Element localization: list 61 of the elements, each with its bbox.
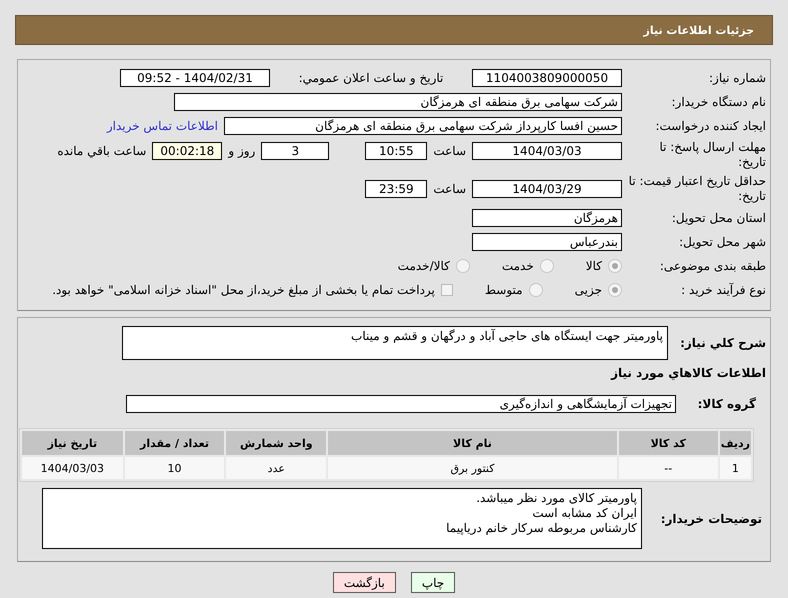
field-label: شرح کلي نیاز: [679, 336, 766, 350]
radio-label: خدمت [502, 259, 534, 273]
table-cell: 1404/03/03 [22, 457, 123, 479]
field-label: شماره نیاز: [708, 70, 766, 86]
remaining-time-field: 00:02:18 [152, 142, 222, 160]
section-title: اطلاعات کالاهاي مورد نیاز [610, 366, 766, 380]
field-label: ایجاد کننده درخواست: [654, 118, 766, 134]
table-cell: کنتور برق [328, 457, 617, 479]
radio-label: کالا/خدمت [398, 259, 450, 273]
column-header: تعداد / مقدار [124, 431, 224, 455]
radio-button[interactable] [540, 259, 554, 273]
column-header: نام کالا [328, 431, 617, 455]
radio-label: کالا [586, 259, 602, 273]
buyer-notes-field: پاورمیتر کالای مورد نظر میباشد. ایران کد مشابه است کارشناس مربوطه سرکار خانم دریاپیما [42, 488, 642, 549]
days-label: روز و [228, 144, 256, 158]
field-label: نوع فرآیند خرید : [680, 282, 766, 298]
radio-button[interactable] [528, 283, 543, 297]
time-field: 23:59 [365, 180, 428, 198]
table-cell: عدد [226, 457, 326, 479]
goods-group-field: تجهیزات آزمایشگاهی و اندازه‌گیری [126, 395, 676, 413]
field-label: نام دستگاه خریدار: [670, 94, 766, 110]
page-header: جزئیات اطلاعات نیاز [15, 15, 773, 45]
field-label: حداقل تاریخ اعتبار قیمت: تا تاریخ: [628, 174, 766, 204]
radio-label: جزیی [574, 283, 602, 297]
need-number-field: 1104003809000050 [472, 69, 622, 87]
date-field: 1404/03/29 [472, 180, 622, 198]
requester-field: حسین افسا کارپرداز شرکت سهامی برق منطقه ای هرمزگان [224, 117, 622, 135]
table-cell: 10 [124, 457, 224, 479]
column-header: کد کالا [618, 431, 718, 455]
buyer-org-field: شرکت سهامی برق منطقه ای هرمزگان [174, 93, 622, 111]
field-label: تاریخ و ساعت اعلان عمومي: [298, 70, 444, 86]
back-button[interactable]: بازگشت [332, 572, 396, 593]
description-field: پاورمیتر جهت ایستگاه های حاجی آباد و درگهان و قشم و میناب [122, 326, 668, 360]
checkbox[interactable] [440, 284, 453, 296]
announce-date-field: 1404/02/31 - 09:52 [120, 69, 270, 87]
column-header: واحد شمارش [226, 431, 326, 455]
table-cell: -- [618, 457, 718, 479]
field-label: شهر محل تحویل: [678, 234, 766, 250]
radio-button[interactable] [608, 283, 622, 297]
field-label: مهلت ارسال پاسخ: تا تاریخ: [658, 140, 766, 170]
province-field: هرمزگان [472, 209, 622, 227]
field-label: توضیحات خریدار: [660, 512, 763, 526]
city-field: بندرعباس [472, 233, 622, 251]
radio-button[interactable] [456, 259, 470, 273]
time-field: 10:55 [365, 142, 428, 160]
field-label: استان محل تحویل: [670, 210, 766, 226]
date-field: 1404/03/03 [472, 142, 622, 160]
remaining-label: ساعت باقي مانده [57, 144, 146, 158]
checkbox-label: پرداخت تمام یا بخشی از مبلغ خرید،از محل "اسناد خزانه اسلامی" خواهد بود. [52, 283, 435, 297]
time-label: ساعت [433, 144, 466, 158]
days-field: 3 [261, 142, 330, 160]
field-label: گروه کالا: [696, 397, 757, 411]
radio-label: متوسط [484, 283, 523, 297]
field-label: طبقه بندی موضوعی: [658, 258, 766, 274]
table-cell: 1 [720, 457, 751, 479]
column-header: ردیف [720, 431, 751, 455]
radio-button[interactable] [608, 259, 622, 273]
contact-info-link[interactable]: اطلاعات تماس خریدار [106, 119, 218, 133]
time-label: ساعت [433, 182, 466, 196]
column-header: تاریخ نیاز [22, 431, 123, 455]
print-button[interactable]: چاپ [410, 572, 456, 593]
